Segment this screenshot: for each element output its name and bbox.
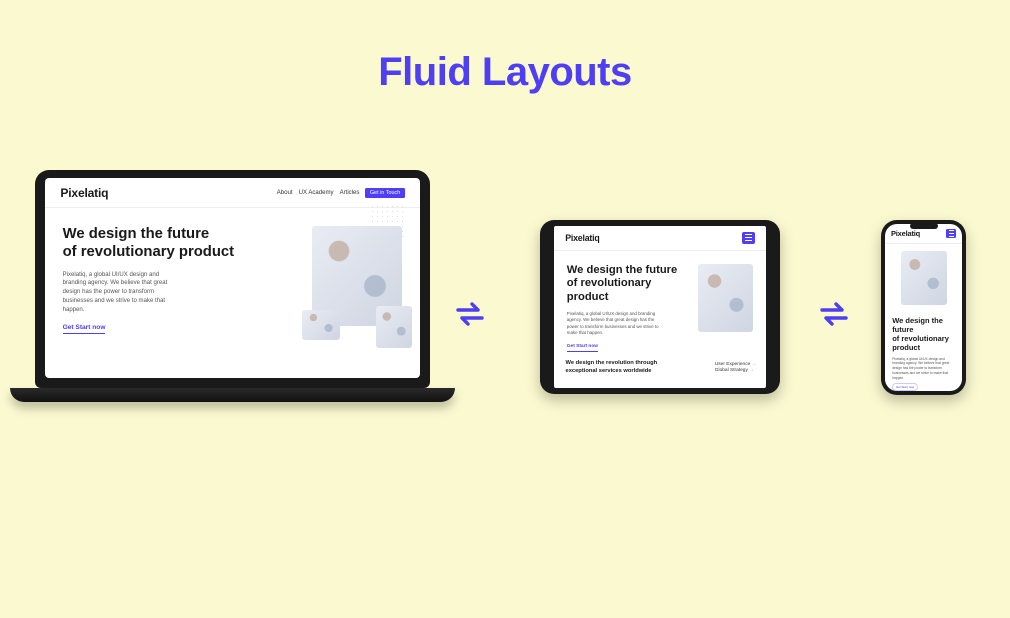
site-header: Pixelatiq bbox=[554, 226, 766, 251]
feature-item[interactable]: Global Strategy → bbox=[715, 368, 757, 373]
devices-stage: Pixelatiq About UX Academy Articles Get … bbox=[0, 170, 1010, 470]
nav-academy[interactable]: UX Academy bbox=[299, 190, 334, 196]
swap-icon bbox=[454, 300, 486, 328]
phone-device: Pixelatiq We design the future of revolu… bbox=[881, 220, 966, 395]
hero-section: We design the future of revolutionary pr… bbox=[554, 251, 766, 352]
hero-body: Pixelatiq, a global UI/UX design and bra… bbox=[63, 271, 184, 315]
hero-heading: We design the future of revolutionary pr… bbox=[63, 226, 302, 262]
hero-cta-pill[interactable]: Get Start now bbox=[892, 383, 918, 391]
hero-body: Pixelatiq, a global UI/UX design and bra… bbox=[892, 357, 955, 381]
hero-image-group bbox=[312, 226, 402, 334]
laptop-device: Pixelatiq About UX Academy Articles Get … bbox=[35, 170, 430, 402]
menu-icon[interactable] bbox=[946, 229, 956, 239]
hero-body: Pixelatiq, a global UI/UX design and bra… bbox=[567, 311, 664, 337]
feature-list: User Experience → Global Strategy → bbox=[715, 360, 766, 376]
swap-icon bbox=[818, 300, 850, 328]
brand-logo[interactable]: Pixelatiq bbox=[60, 186, 108, 200]
hero-heading: We design the future of revolutionary pr… bbox=[892, 316, 955, 352]
nav-cta-button[interactable]: Get in Touch bbox=[365, 188, 404, 198]
hero-heading: We design the future of revolutionary pr… bbox=[567, 264, 690, 304]
hero-photo bbox=[901, 251, 947, 305]
nav-articles[interactable]: Articles bbox=[340, 190, 360, 196]
hero-photo bbox=[698, 264, 753, 332]
hero-photo-small bbox=[376, 306, 412, 348]
hero-image-group bbox=[698, 264, 753, 352]
site-header: Pixelatiq About UX Academy Articles Get … bbox=[45, 178, 420, 208]
page-title: Fluid Layouts bbox=[0, 0, 1010, 95]
feature-item[interactable]: User Experience → bbox=[715, 362, 757, 367]
brand-logo[interactable]: Pixelatiq bbox=[891, 229, 920, 238]
brand-logo[interactable]: Pixelatiq bbox=[565, 233, 599, 243]
section-heading: We design the revolution through excepti… bbox=[554, 360, 669, 376]
nav-about[interactable]: About bbox=[277, 190, 293, 196]
hero-cta-link[interactable]: Get Start now bbox=[567, 344, 598, 352]
top-nav: About UX Academy Articles Get in Touch bbox=[277, 188, 405, 198]
tablet-device: Pixelatiq We design the future of revolu… bbox=[540, 220, 780, 394]
hero-photo-small bbox=[302, 310, 340, 340]
hero-section: We design the future of revolutionary pr… bbox=[885, 244, 962, 391]
menu-icon[interactable] bbox=[742, 232, 755, 245]
hero-cta-link[interactable]: Get Start now bbox=[63, 324, 106, 334]
hero-section: We design the future of revolutionary pr… bbox=[45, 208, 420, 333]
